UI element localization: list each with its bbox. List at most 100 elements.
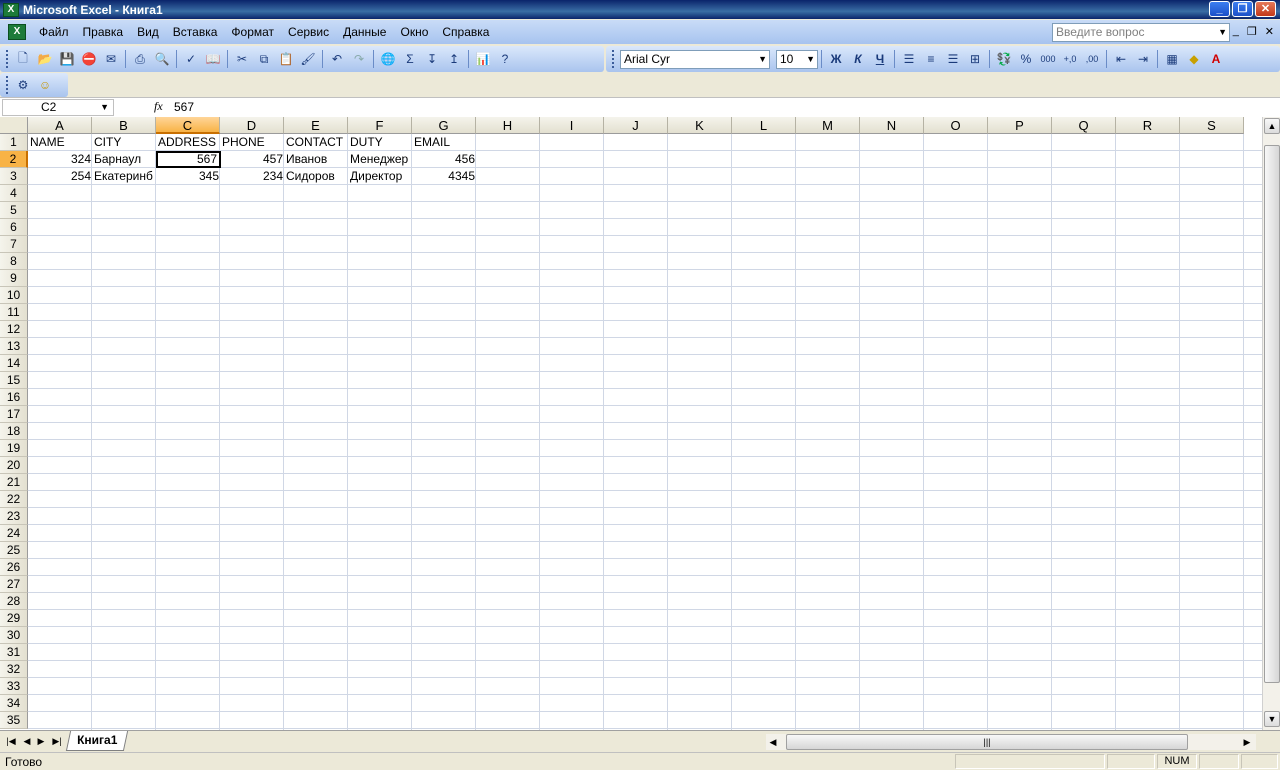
cell[interactable]: Иванов bbox=[284, 151, 347, 168]
merge-center-icon[interactable]: ⊞ bbox=[966, 50, 984, 68]
row-header[interactable]: 1 bbox=[0, 134, 28, 151]
align-center-icon[interactable]: ≡ bbox=[922, 50, 940, 68]
workbook-icon[interactable]: X bbox=[8, 24, 26, 40]
close-button[interactable]: ✕ bbox=[1255, 1, 1276, 17]
workbook-minimize-button[interactable]: _ bbox=[1233, 25, 1239, 38]
column-header[interactable]: G bbox=[412, 117, 476, 134]
cell[interactable]: 457 bbox=[220, 151, 285, 168]
column-header[interactable]: D bbox=[220, 117, 284, 134]
row-header[interactable]: 11 bbox=[0, 304, 28, 321]
cell[interactable]: 456 bbox=[412, 151, 477, 168]
decrease-decimal-icon[interactable]: ,00 bbox=[1083, 50, 1101, 68]
borders-icon[interactable]: ▦ bbox=[1163, 50, 1181, 68]
menu-item[interactable]: Вставка bbox=[166, 20, 225, 44]
row-header[interactable]: 28 bbox=[0, 593, 28, 610]
open-icon[interactable]: 📂 bbox=[36, 50, 54, 68]
column-header[interactable]: E bbox=[284, 117, 348, 134]
excel-icon[interactable]: X bbox=[3, 2, 19, 17]
cell[interactable]: Директор bbox=[348, 168, 411, 185]
row-header[interactable]: 8 bbox=[0, 253, 28, 270]
row-header[interactable]: 30 bbox=[0, 627, 28, 644]
row-header[interactable]: 13 bbox=[0, 338, 28, 355]
row-header[interactable]: 2 bbox=[0, 151, 28, 168]
cell[interactable]: NAME bbox=[28, 134, 91, 151]
increase-indent-icon[interactable]: ⇥ bbox=[1134, 50, 1152, 68]
column-header[interactable]: H bbox=[476, 117, 540, 134]
decrease-indent-icon[interactable]: ⇤ bbox=[1112, 50, 1130, 68]
email-icon[interactable]: ✉ bbox=[102, 50, 120, 68]
cell[interactable]: CONTACT bbox=[284, 134, 347, 151]
print-icon[interactable]: ⎙ bbox=[131, 50, 149, 68]
cell[interactable]: 324 bbox=[28, 151, 93, 168]
permission-icon[interactable]: ⛔ bbox=[80, 50, 98, 68]
insert-function-icon[interactable]: fx bbox=[154, 99, 163, 114]
row-header[interactable]: 9 bbox=[0, 270, 28, 287]
cell[interactable]: DUTY bbox=[348, 134, 411, 151]
row-header[interactable]: 16 bbox=[0, 389, 28, 406]
undo-icon[interactable]: ↶ bbox=[328, 50, 346, 68]
first-sheet-button[interactable]: |◀ bbox=[4, 734, 18, 748]
font-name-select[interactable]: Arial Cyr ▼ bbox=[620, 49, 770, 69]
spelling-icon[interactable]: ✓ bbox=[182, 50, 200, 68]
increase-decimal-icon[interactable]: +,0 bbox=[1061, 50, 1079, 68]
row-header[interactable]: 25 bbox=[0, 542, 28, 559]
research-icon[interactable]: 📖 bbox=[204, 50, 222, 68]
column-header[interactable]: P bbox=[988, 117, 1052, 134]
next-sheet-button[interactable]: ▶ bbox=[34, 734, 48, 748]
save-icon[interactable]: 💾 bbox=[58, 50, 76, 68]
row-header[interactable]: 4 bbox=[0, 185, 28, 202]
chevron-down-icon[interactable]: ▼ bbox=[806, 51, 815, 68]
help-icon[interactable]: ? bbox=[496, 50, 514, 68]
menu-item[interactable]: Формат bbox=[224, 20, 281, 44]
row-header[interactable]: 14 bbox=[0, 355, 28, 372]
row-header[interactable]: 3 bbox=[0, 168, 28, 185]
menu-item[interactable]: Правка bbox=[76, 20, 131, 44]
row-header[interactable]: 6 bbox=[0, 219, 28, 236]
last-sheet-button[interactable]: ▶| bbox=[50, 734, 64, 748]
scroll-left-button[interactable]: ◀ bbox=[766, 735, 780, 749]
cell[interactable]: 4345 bbox=[412, 168, 477, 185]
copy-icon[interactable]: ⧉ bbox=[255, 50, 273, 68]
toolbar-grip[interactable] bbox=[6, 76, 9, 94]
column-header[interactable]: J bbox=[604, 117, 668, 134]
prev-sheet-button[interactable]: ◀ bbox=[20, 734, 34, 748]
smiley-icon[interactable]: ☺ bbox=[36, 76, 54, 94]
chart-wizard-icon[interactable]: 📊 bbox=[474, 50, 492, 68]
maximize-button[interactable]: ❐ bbox=[1232, 1, 1253, 17]
column-header[interactable]: R bbox=[1116, 117, 1180, 134]
active-cell[interactable]: 567 bbox=[156, 151, 221, 168]
cell[interactable]: ADDRESS bbox=[156, 134, 219, 151]
row-header[interactable]: 18 bbox=[0, 423, 28, 440]
format-painter-icon[interactable]: 🖌 bbox=[299, 50, 317, 68]
cell[interactable]: 254 bbox=[28, 168, 93, 185]
cell[interactable]: 234 bbox=[220, 168, 285, 185]
autosum-icon[interactable]: Σ bbox=[401, 50, 419, 68]
row-header[interactable]: 21 bbox=[0, 474, 28, 491]
cell[interactable]: EMAIL bbox=[412, 134, 475, 151]
font-size-select[interactable]: 10 ▼ bbox=[776, 49, 818, 69]
toolbar-grip[interactable] bbox=[612, 50, 615, 68]
row-header[interactable]: 32 bbox=[0, 661, 28, 678]
vertical-scroll-thumb[interactable] bbox=[1264, 145, 1280, 683]
chevron-down-icon[interactable]: ▼ bbox=[1218, 24, 1227, 41]
column-header[interactable]: L bbox=[732, 117, 796, 134]
sort-descending-icon[interactable]: ↥ bbox=[445, 50, 463, 68]
cell[interactable]: PHONE bbox=[220, 134, 283, 151]
row-header[interactable]: 35 bbox=[0, 712, 28, 729]
row-header[interactable]: 7 bbox=[0, 236, 28, 253]
menu-item[interactable]: Вид bbox=[130, 20, 166, 44]
print-preview-icon[interactable]: 🔍 bbox=[153, 50, 171, 68]
minimize-button[interactable]: _ bbox=[1209, 1, 1230, 17]
row-header[interactable]: 24 bbox=[0, 525, 28, 542]
column-header[interactable]: A bbox=[28, 117, 92, 134]
align-left-icon[interactable]: ☰ bbox=[900, 50, 918, 68]
column-header[interactable]: Q bbox=[1052, 117, 1116, 134]
cell[interactable]: CITY bbox=[92, 134, 155, 151]
font-color-icon[interactable]: A bbox=[1207, 50, 1225, 68]
row-header[interactable]: 12 bbox=[0, 321, 28, 338]
help-question-box[interactable]: Введите вопрос ▼ bbox=[1052, 23, 1230, 42]
comma-style-icon[interactable]: 000 bbox=[1039, 50, 1057, 68]
bold-button[interactable]: Ж bbox=[827, 50, 845, 68]
chevron-down-icon[interactable]: ▼ bbox=[100, 100, 109, 115]
row-header[interactable]: 27 bbox=[0, 576, 28, 593]
